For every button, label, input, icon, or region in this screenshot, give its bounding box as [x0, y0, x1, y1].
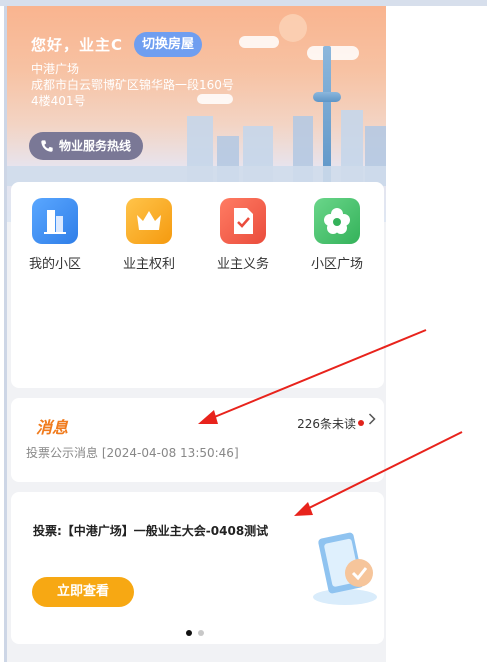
- screenshot-frame: 您好，业主C 切换房屋 中港广场 成都市白云鄂博矿区锦华路一段160号 4楼40…: [0, 0, 487, 662]
- cloud-decoration: [239, 36, 279, 48]
- flower-icon: [314, 198, 360, 244]
- function-label: 业主义务: [216, 257, 269, 272]
- community-name: 中港广场: [31, 62, 80, 76]
- function-owner-rights[interactable]: 业主权利: [109, 198, 189, 272]
- sun-decoration: [279, 14, 307, 42]
- unread-dot: [358, 420, 364, 426]
- phone-icon: [41, 140, 53, 152]
- switch-house-button[interactable]: 切换房屋: [134, 32, 203, 57]
- carousel-indicator: [186, 630, 216, 638]
- building-icon: [32, 198, 78, 244]
- tv-tower-deck: [313, 92, 341, 102]
- latest-message[interactable]: 投票公示消息 [2024-04-08 13:50:46]: [26, 444, 239, 461]
- function-my-community[interactable]: 我的小区: [15, 198, 95, 272]
- crown-icon: [126, 198, 172, 244]
- function-label: 小区广场: [310, 257, 363, 272]
- mobile-app-view: 您好，业主C 切换房屋 中港广场 成都市白云鄂博矿区锦华路一段160号 4楼40…: [4, 6, 386, 662]
- cloud-decoration: [307, 46, 359, 60]
- function-label: 业主权利: [122, 257, 175, 272]
- function-community-plaza[interactable]: 小区广场: [297, 198, 377, 272]
- vote-title: 投票:【中港广场】一般业主大会-0408测试: [33, 524, 269, 538]
- carousel-dot[interactable]: [198, 630, 204, 636]
- greeting-text: 您好，业主C: [31, 36, 124, 54]
- message-title: 消息: [36, 418, 69, 437]
- vote-card: 投票:【中港广场】一般业主大会-0408测试 立即查看: [11, 492, 384, 644]
- property-hotline-button[interactable]: 物业服务热线: [29, 132, 144, 160]
- document-check-icon: [220, 198, 266, 244]
- tv-tower: [323, 46, 331, 186]
- function-card: 我的小区 业主权利 业主义务 小区广场: [11, 182, 384, 388]
- carousel-dot-active[interactable]: [186, 630, 192, 636]
- hotline-label: 物业服务热线: [59, 139, 132, 153]
- message-card[interactable]: 消息 226条未读 投票公示消息 [2024-04-08 13:50:46]: [11, 398, 384, 482]
- chevron-right-icon[interactable]: [368, 413, 376, 429]
- function-owner-duties[interactable]: 业主义务: [203, 198, 283, 272]
- ballot-illustration-icon: [309, 527, 381, 607]
- cloud-decoration: [197, 94, 233, 104]
- address-text: 成都市白云鄂博矿区锦华路一段160号: [31, 78, 234, 92]
- view-now-button[interactable]: 立即查看: [32, 577, 134, 607]
- function-label: 我的小区: [28, 257, 81, 272]
- unit-text: 4楼401号: [31, 94, 86, 108]
- unread-count: 226条未读: [297, 417, 356, 431]
